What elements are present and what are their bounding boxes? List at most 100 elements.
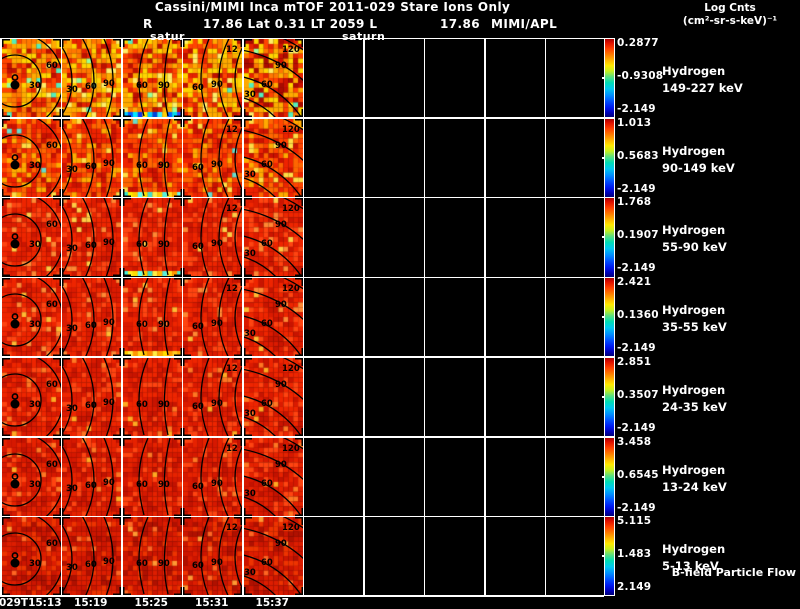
contour-angle-label: 60 [136,161,148,171]
saturn-label-right: saturn [342,30,386,43]
spacecraft-marker-ring-icon [11,392,18,400]
colorbar-min-label: 2.149 [617,581,652,594]
sky-map-panel: 60 90 12 [183,198,242,277]
corner-tick-marks [62,198,121,277]
contour-overlay: 60 90 [122,278,182,357]
contour-angle-label: 30 [29,559,41,569]
time-axis-label: 15:19 [74,596,108,609]
contour-angle-label: 60 [46,220,58,230]
spacecraft-marker-icon [10,160,19,170]
sky-map-panel: 60 90 [122,517,182,596]
species-label: Hydrogen [662,64,726,78]
contour-angle-label: 30 [244,489,256,499]
contour-angle-label: 60 [192,242,204,252]
contour-line [163,357,171,435]
contour-overlay: 30 60 [1,357,61,436]
contour-overlay: 30 60 [1,118,61,197]
contour-overlay: 30 60 90 [62,278,121,357]
species-label: Hydrogen [662,542,726,557]
contour-angle-label: 30 [244,90,256,100]
contour-line [137,118,149,196]
colorbar-mid-label: 1.483 [617,548,652,561]
contour-angle-label: 90 [275,300,287,310]
sky-map-panel: 60 90 [122,278,182,357]
spacecraft-marker-icon [10,239,19,249]
contour-line [62,125,73,196]
contour-overlay: 60 90 12 [183,437,242,516]
corner-tick-marks [62,278,121,357]
sky-map-panel: 30 60 90 120 [243,517,303,596]
contour-line [163,278,171,356]
colorbar-mid-tick [601,555,605,558]
contour-angle-label: 90 [211,160,223,170]
contour-line [103,437,114,516]
contour-angle-label: 90 [103,79,115,89]
colorbar [603,38,615,119]
colorbar-mid-tick [601,156,605,159]
contour-angle-label: 30 [244,329,256,339]
contour-angle-label: 120 [282,523,300,533]
contour-angle-label: 90 [211,239,223,249]
time-axis-label: 15:37 [255,596,289,609]
contour-angle-label: 60 [85,401,97,411]
corner-tick-marks [122,278,182,357]
contour-angle-label: 30 [29,81,41,91]
contour-angle-label: 90 [158,81,170,91]
contour-line [163,118,171,196]
contour-angle-label: 90 [275,220,287,230]
sky-map-panel: 30 60 90 120 [243,118,303,197]
sky-map-panel: 30 60 90 120 [243,357,303,436]
sky-map-panel: 30 60 [1,118,61,197]
spacecraft-marker-icon [10,80,19,90]
contour-overlay: 30 6090 120 [243,357,303,436]
contour-angle-label: 60 [85,162,97,172]
colorbar-max-label: 2.421 [617,276,652,289]
empty-panel [364,118,424,197]
sky-map-panel: 60 90 12 [183,278,242,357]
sky-map-panel: 60 90 [122,198,182,277]
contour-angle-label: 30 [244,249,256,259]
corner-tick-marks [62,437,121,516]
contour-angle-label: 30 [29,320,41,330]
contour-angle-label: 60 [192,482,204,492]
contour-angle-label: 60 [261,239,273,249]
contour-overlay: 30 60 90 [62,118,121,197]
contour-angle-label: 90 [275,61,287,71]
contour-line [103,39,114,117]
contour-angle-label: 90 [158,320,170,330]
sky-map-panel: 30 60 90 120 [243,198,303,277]
species-label: Hydrogen [662,462,726,477]
contour-overlay: 30 60 [1,517,61,596]
contour-angle-label: 60 [136,240,148,250]
contour-angle-label: 60 [85,560,97,570]
contour-angle-label: 60 [85,82,97,92]
saturn-label-left: satur [150,30,185,43]
contour-line [163,39,171,117]
contour-angle-label: 12 [226,364,238,374]
contour-line [243,129,303,161]
empty-panel [485,39,545,118]
empty-panel [425,118,484,197]
contour-line [243,528,303,560]
sky-map-panel: 60 90 [122,437,182,516]
contour-line [137,278,149,356]
plot-area: 30 60 30 60 90 60 90 60 90 12 30 60 90 120 0.2877 -0.93… [0,0,800,609]
contour-line [62,205,73,276]
contour-angle-label: 90 [275,539,287,549]
empty-panel [546,118,605,197]
colorbar-min-label: -2.149 [617,262,656,275]
contour-overlay: 60 90 [122,39,182,117]
colorbar [603,117,615,198]
contour-overlay: 60 90 [122,198,182,277]
spacecraft-marker-ring-icon [11,552,18,560]
sky-map-panel: 60 90 12 [183,118,242,197]
energy-range-label: 90-149 keV [662,160,735,175]
contour-line [36,118,61,197]
empty-panel [364,517,424,596]
empty-panel [425,517,484,596]
contour-angle-label: 90 [275,380,287,390]
empty-panel [485,437,545,516]
contour-angle-label: 12 [226,284,238,294]
sky-map-panel: 30 60 90 120 [243,39,303,118]
contour-overlay: 30 60 90 [62,357,121,436]
